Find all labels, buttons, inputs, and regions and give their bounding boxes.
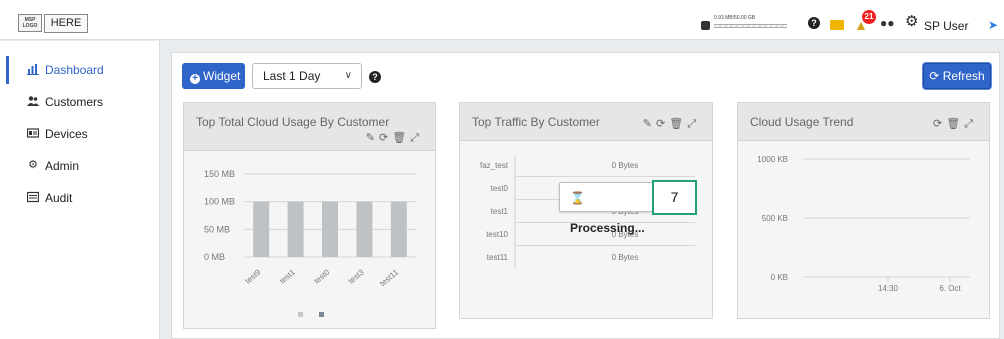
reload-icon[interactable]: ⟳	[379, 132, 392, 144]
y-tick-label: test1	[491, 207, 509, 216]
users-icon	[27, 95, 39, 107]
widget-title: Top Total Cloud Usage By Customer	[196, 115, 390, 129]
y-tick-label: 150 MB	[204, 169, 235, 179]
sidebar-item-admin[interactable]: ⚙ Admin	[0, 152, 160, 180]
refresh-button[interactable]: ⟳ Refresh	[923, 63, 991, 89]
y-tick-label: test11	[487, 253, 509, 262]
help-icon[interactable]: ?	[808, 17, 820, 29]
device-icon	[26, 127, 40, 139]
time-range-select[interactable]: Last 1 Day ∨	[252, 63, 362, 89]
data-label: 0 Bytes	[612, 161, 639, 170]
trash-icon[interactable]: 🗑	[946, 118, 964, 130]
sidebar-item-label: Audit	[45, 191, 73, 205]
plus-icon: +	[190, 74, 200, 84]
users-icon[interactable]: ●●	[880, 16, 895, 30]
trash-icon[interactable]: 🗑	[669, 118, 687, 130]
shrink-icon[interactable]: ⤢	[687, 118, 700, 130]
widget-tools: ⟳🗑⤢	[933, 117, 977, 131]
edit-icon[interactable]: ✎	[643, 118, 656, 130]
bar	[390, 201, 407, 257]
shrink-icon[interactable]: ⤢	[964, 118, 977, 130]
gear-icon[interactable]: ⚙	[905, 14, 918, 29]
processing-indicator: ⌛ Processing...	[559, 182, 653, 235]
cogs-icon: ⚙	[28, 159, 38, 171]
logout-icon[interactable]: ➤	[988, 18, 998, 32]
y-tick-label: 1000 KB	[757, 155, 788, 164]
top-bar: MSP LOGO HERE 0.93 MB/50.00 GB ? ▲ 21 ●●…	[0, 0, 1004, 40]
sidebar: Dashboard Customers Devices ⚙ Admin Audi…	[0, 41, 160, 339]
sidebar-item-label: Admin	[45, 159, 80, 173]
bar-chart-icon	[27, 63, 39, 75]
x-tick-label: 14:30	[878, 284, 899, 293]
x-tick-label: test1	[278, 267, 297, 285]
widget-tools: ✎⟳🗑⤢	[366, 131, 423, 145]
time-range-value: Last 1 Day	[263, 69, 321, 83]
sidebar-item-label: Dashboard	[45, 63, 104, 77]
sidebar-item-label: Customers	[45, 95, 104, 109]
sidebar-item-label: Devices	[45, 127, 88, 141]
sidebar-item-dashboard[interactable]: Dashboard	[0, 56, 160, 84]
help-icon[interactable]: ?	[369, 71, 381, 83]
y-tick-label: 50 MB	[204, 224, 230, 234]
x-tick-label: 6. Oct	[939, 284, 961, 293]
widget-cloud-usage-trend: Cloud Usage Trend ⟳🗑⤢ 1000 KB 500 KB 0 KB 1…	[737, 102, 990, 319]
chevron-down-icon: ∨	[344, 70, 352, 81]
processing-label: Processing...	[570, 221, 645, 235]
x-tick-label: test3	[347, 267, 366, 285]
x-tick-label: test11	[378, 267, 400, 288]
y-tick-label: 0 MB	[204, 252, 225, 262]
bar	[356, 201, 373, 257]
widget-header: Top Traffic By Customer ✎⟳🗑⤢	[460, 103, 712, 141]
y-tick-label: test0	[491, 184, 509, 193]
refresh-icon: ⟳	[929, 69, 940, 83]
widget-tools: ✎⟳🗑⤢	[643, 117, 700, 131]
marker-label: 7	[652, 180, 697, 215]
storage-usage: 0.93 MB/50.00 GB	[701, 15, 787, 30]
x-tick-label: test0	[312, 267, 331, 285]
widget-cloud-usage: Top Total Cloud Usage By Customer ✎⟳🗑⤢ 1…	[183, 102, 436, 329]
edit-icon[interactable]: ✎	[366, 132, 379, 144]
cloud-usage-trend-chart: 1000 KB 500 KB 0 KB 14:30 6. Oct	[757, 155, 970, 293]
trash-icon[interactable]: 🗑	[392, 132, 410, 144]
bar	[287, 201, 304, 257]
spinner-icon: ⌛	[570, 191, 585, 205]
list-icon	[26, 191, 40, 203]
sidebar-item-devices[interactable]: Devices	[0, 120, 160, 148]
active-indicator	[6, 56, 9, 84]
bar	[322, 201, 338, 257]
refresh-label: Refresh	[942, 69, 985, 83]
storage-usage-text: 0.93 MB/50.00 GB	[714, 15, 756, 21]
msp-logo: MSP LOGO	[18, 14, 42, 32]
y-tick-label: 0 KB	[771, 273, 788, 282]
cloud-usage-chart: 150 MB 100 MB 50 MB 0 MB test9 test1 test0 test…	[204, 169, 416, 317]
y-tick-label: 500 KB	[762, 214, 788, 223]
here-button[interactable]: HERE	[44, 14, 88, 33]
sidebar-item-customers[interactable]: Customers	[0, 88, 160, 116]
reload-icon[interactable]: ⟳	[656, 118, 669, 130]
add-widget-button[interactable]: + Widget	[182, 63, 245, 89]
sidebar-item-audit[interactable]: Audit	[0, 184, 160, 212]
user-name[interactable]: SP User	[924, 19, 968, 33]
y-tick-label: 100 MB	[204, 197, 235, 207]
data-label: 0 Bytes	[612, 253, 639, 262]
x-tick-label: test9	[243, 267, 262, 285]
y-tick-label: faz_test	[480, 161, 509, 170]
widget-header: Cloud Usage Trend ⟳🗑⤢	[738, 103, 989, 141]
add-widget-label: Widget	[203, 69, 241, 83]
bar	[253, 201, 270, 257]
storage-usage-bar	[714, 24, 787, 28]
widget-title: Cloud Usage Trend	[750, 115, 854, 129]
shrink-icon[interactable]: ⤢	[410, 132, 423, 144]
mail-icon[interactable]	[830, 20, 844, 30]
reload-icon[interactable]: ⟳	[933, 118, 946, 130]
widget-header: Top Total Cloud Usage By Customer ✎⟳🗑⤢	[184, 103, 435, 151]
pagination-dot	[298, 312, 303, 317]
database-icon	[701, 21, 710, 30]
alert-count-badge[interactable]: 21	[862, 10, 876, 24]
y-tick-label: test10	[486, 230, 508, 239]
widget-title: Top Traffic By Customer	[472, 115, 600, 129]
pagination-dot	[319, 312, 324, 317]
